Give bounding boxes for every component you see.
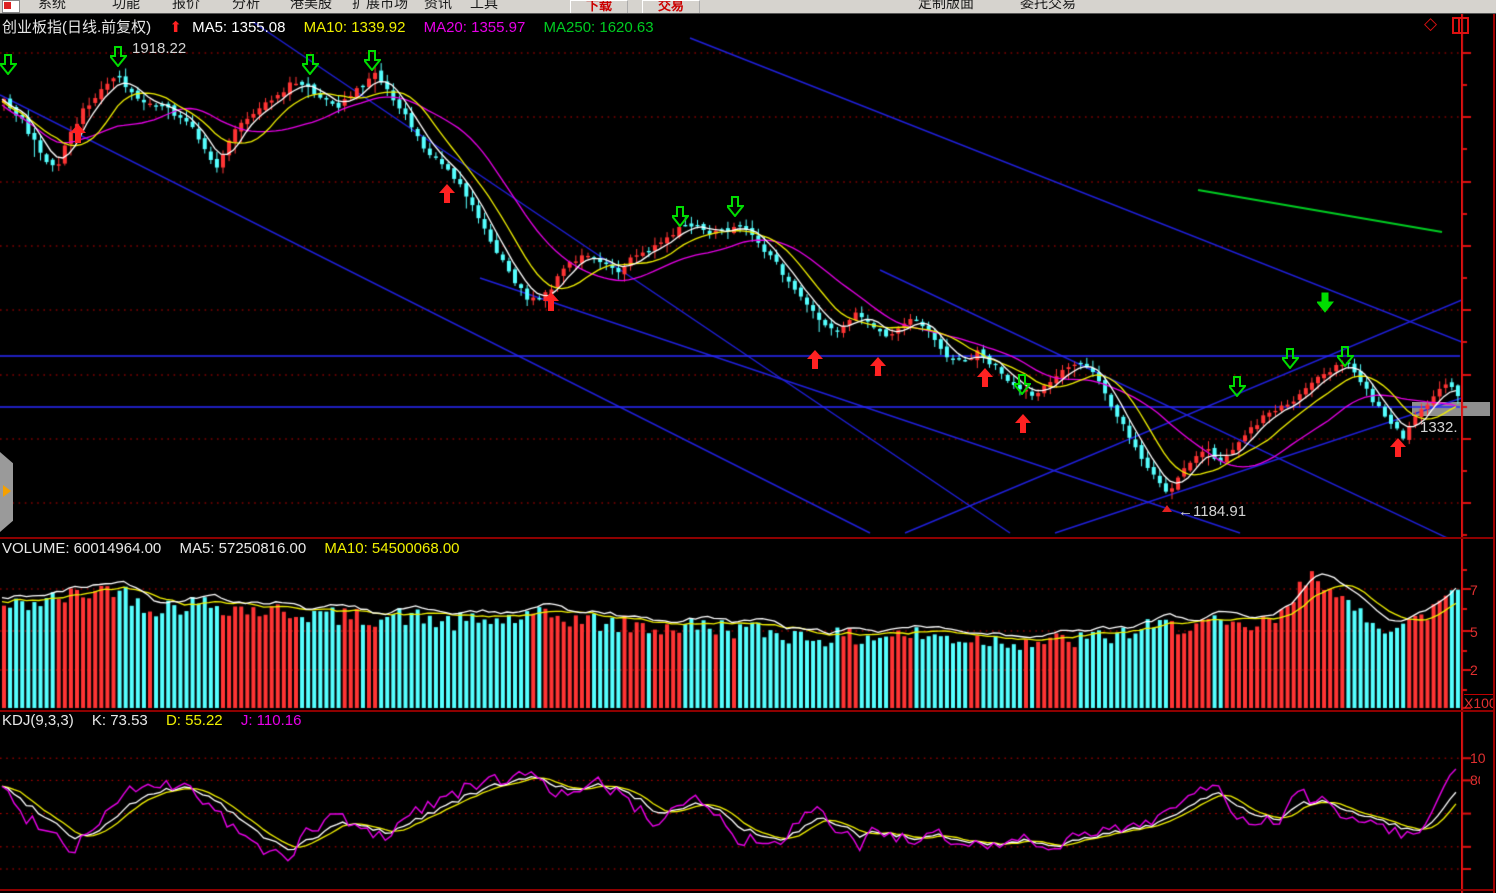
buy-signal-arrow-icon	[870, 357, 886, 377]
buy-signal-arrow-icon	[439, 184, 455, 204]
volume-ma10: MA10: 54500068.00	[324, 540, 459, 557]
volume-header: VOLUME: 60014964.00 MA5: 57250816.00 MA1…	[2, 540, 474, 557]
volume-ma5: MA5: 57250816.00	[179, 540, 306, 557]
volume-value: VOLUME: 60014964.00	[2, 540, 161, 557]
menu-item[interactable]: 港美股	[290, 0, 332, 13]
toolbar-red-button[interactable]: 下载	[570, 0, 628, 14]
menu-item[interactable]: 定制版面	[918, 0, 974, 13]
trading-app-window: 系统 功能 报价 分析 港美股 扩展市场 资讯 工具 定制版面 委托交易 下载交易 创业板指(日线.…	[0, 0, 1496, 893]
volume-axis-label: 7	[1470, 582, 1492, 598]
low-point-marker-icon	[1162, 505, 1172, 512]
kdj-d-value: D: 55.22	[166, 712, 223, 729]
main-chart-header: 创业板指(日线.前复权) ⬆ MA5: 1355.08 MA10: 1339.9…	[2, 16, 668, 37]
buy-signal-arrow-icon	[1390, 438, 1406, 458]
sell-signal-arrow-icon	[364, 50, 381, 71]
sell-signal-arrow-icon	[1282, 348, 1299, 369]
last-price-label: 1332.	[1420, 419, 1458, 436]
buy-signal-arrow-icon	[543, 292, 559, 312]
buy-signal-arrow-icon	[807, 350, 823, 370]
expand-arrow-icon	[3, 485, 11, 497]
kdj-axis-label: 80	[1470, 772, 1480, 788]
menu-item[interactable]: 委托交易	[1020, 0, 1076, 13]
volume-unit-label: X10000	[1464, 694, 1493, 710]
menu-item[interactable]: 功能	[112, 0, 140, 13]
symbol-title: 创业板指(日线.前复权)	[2, 19, 151, 36]
sell-signal-arrow-icon	[110, 46, 127, 67]
sell-signal-arrow-icon	[0, 54, 17, 75]
sell-signal-arrow-icon	[302, 54, 319, 75]
menu-item[interactable]: 系统	[38, 0, 66, 13]
ma250-value: MA250: 1620.63	[544, 19, 654, 36]
kdj-header: KDJ(9,3,3) K: 73.53 D: 55.22 J: 110.16	[2, 712, 315, 729]
kdj-label: KDJ(9,3,3)	[2, 712, 74, 729]
sell-signal-arrow-icon	[1229, 376, 1246, 397]
app-icon[interactable]	[2, 0, 20, 13]
kdj-axis-label: 100	[1470, 750, 1485, 766]
buy-signal-arrow-icon	[70, 124, 86, 144]
sell-signal-arrow-icon	[1337, 346, 1354, 367]
toolbar-red-button[interactable]: 交易	[642, 0, 700, 14]
main-chart-canvas[interactable]	[0, 14, 1462, 538]
split-layout-icon[interactable]	[1452, 17, 1469, 34]
sell-signal-arrow-icon	[1317, 292, 1334, 313]
high-price-label: 1918.22	[132, 40, 186, 57]
up-arrow-icon: ⬆	[169, 19, 182, 36]
low-price-label: ←1184.91	[1178, 503, 1246, 520]
ma10-value: MA10: 1339.92	[304, 19, 406, 36]
buy-signal-arrow-icon	[977, 368, 993, 388]
menu-item[interactable]: 工具	[470, 0, 498, 13]
kdj-j-value: J: 110.16	[241, 712, 302, 729]
ma5-value: MA5: 1355.08	[192, 19, 285, 36]
ma20-value: MA20: 1355.97	[424, 19, 526, 36]
menu-item[interactable]: 分析	[232, 0, 260, 13]
sidebar-expand-handle[interactable]	[0, 452, 13, 532]
volume-axis-label: 5	[1470, 624, 1492, 640]
kdj-bottom-border	[0, 889, 1493, 891]
window-right-border	[1493, 14, 1495, 893]
sell-signal-arrow-icon	[672, 206, 689, 227]
main-volume-separator[interactable]	[0, 537, 1493, 539]
menu-item[interactable]: 扩展市场	[352, 0, 408, 13]
buy-signal-arrow-icon	[1015, 414, 1031, 434]
sell-signal-arrow-icon	[727, 196, 744, 217]
menu-item[interactable]: 资讯	[424, 0, 452, 13]
kdj-k-value: K: 73.53	[92, 712, 148, 729]
kdj-chart-canvas[interactable]	[0, 712, 1462, 891]
menu-item[interactable]: 报价	[172, 0, 200, 13]
menu-bar[interactable]: 系统 功能 报价 分析 港美股 扩展市场 资讯 工具 定制版面 委托交易 下载交易	[0, 0, 1496, 14]
sell-signal-arrow-icon	[1014, 374, 1031, 395]
volume-axis-label: 2	[1470, 662, 1492, 678]
volume-chart-canvas[interactable]	[0, 540, 1462, 710]
diamond-icon[interactable]: ◇	[1424, 14, 1437, 34]
